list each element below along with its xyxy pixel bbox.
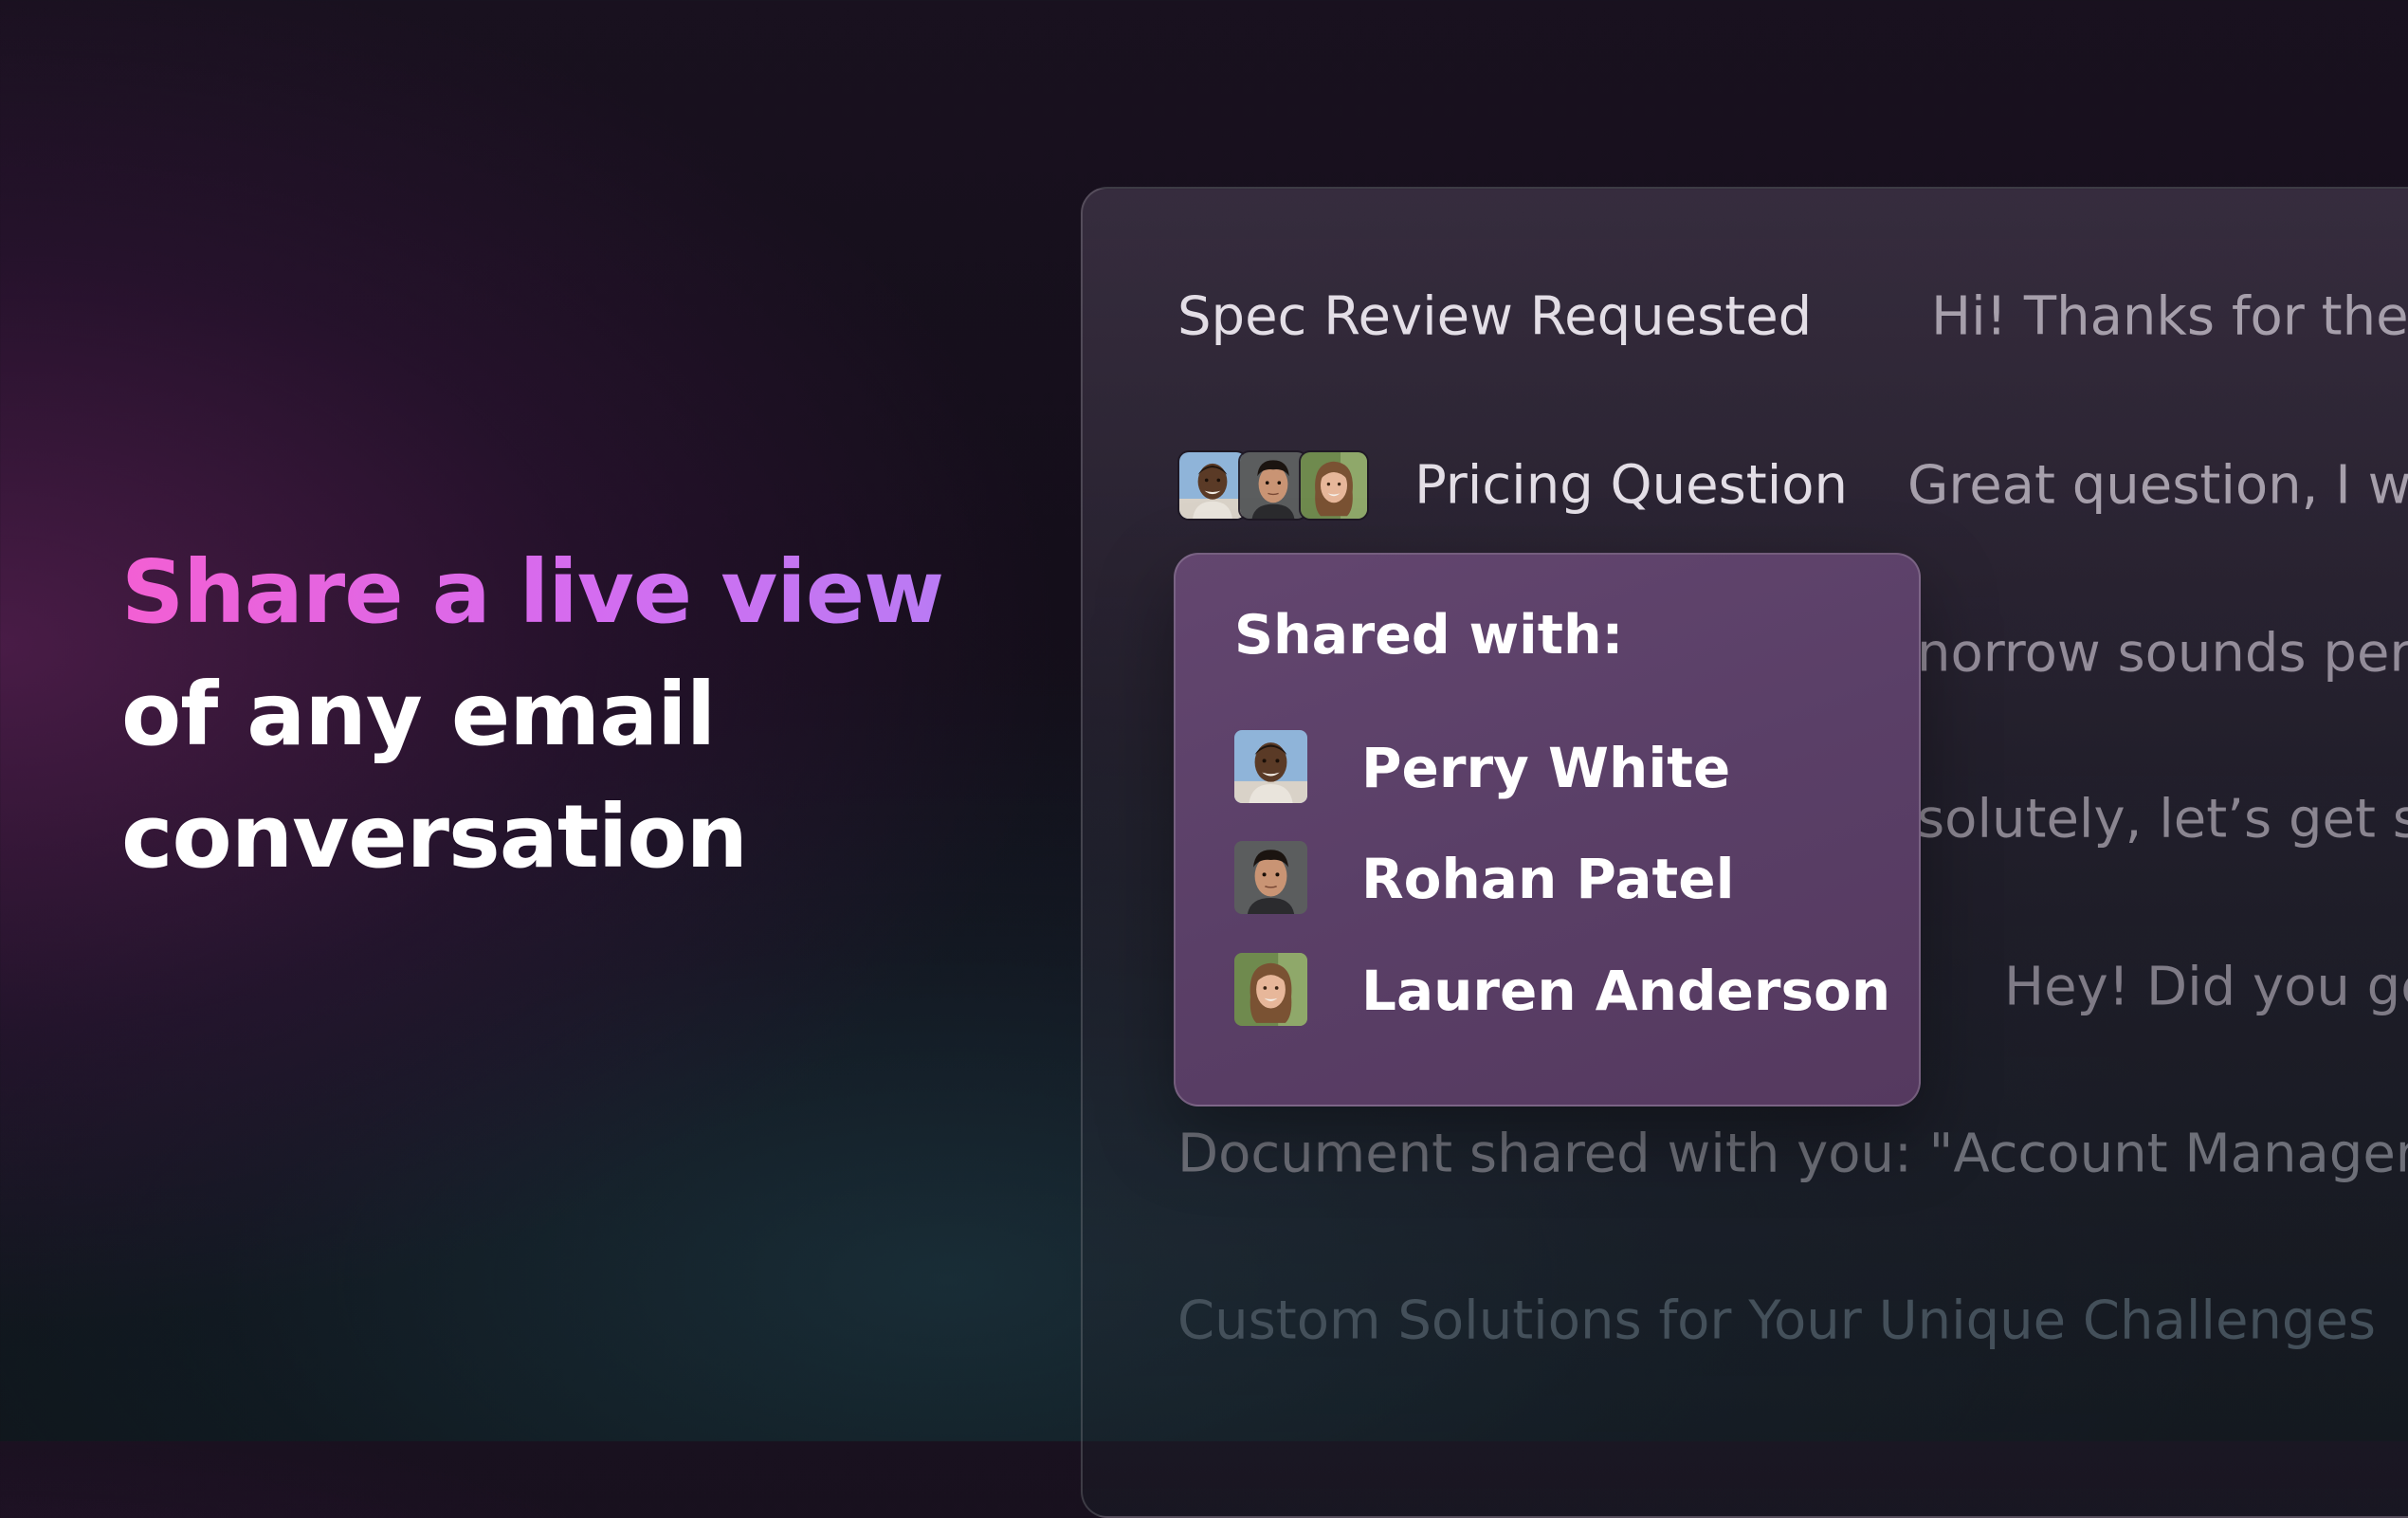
avatar-rohan-patel <box>1234 841 1307 914</box>
email-line: Custom Solutions for Your Unique Challen… <box>1177 1289 2377 1352</box>
email-subject: Spec Review Requested <box>1177 285 1813 348</box>
email-line: Document shared with you: "Account Manag… <box>1177 1123 2408 1185</box>
hero-line-accent: Share a live view <box>121 531 975 653</box>
hero-line-3: conversation <box>121 786 748 887</box>
email-preview: Great question, I wi <box>1907 454 2408 517</box>
person-name: Rohan Patel <box>1361 847 1735 911</box>
shared-person-lauren-anderson[interactable]: Lauren Anderson <box>1234 953 1890 1029</box>
shared-avatars[interactable] <box>1177 450 1369 521</box>
shared-person-rohan-patel[interactable]: Rohan Patel <box>1234 841 1879 917</box>
email-subject: Pricing Question <box>1414 454 1849 517</box>
person-name: Perry White <box>1361 736 1731 800</box>
avatar-rohan-patel <box>1238 450 1308 521</box>
email-row-pricing-question[interactable]: Pricing Question Great question, I wi <box>1083 429 2408 542</box>
popover-title: Shared with: <box>1234 604 1624 667</box>
hero-line-2: of any email <box>121 664 716 765</box>
email-preview: solutely, let’s get so <box>1917 788 2408 850</box>
email-preview: Hey! Did you get <box>2004 956 2408 1018</box>
avatar-lauren-anderson <box>1234 953 1307 1026</box>
hero-heading: Share a live view of any email conversat… <box>121 531 975 898</box>
email-preview: norrow sounds perf <box>1917 622 2408 685</box>
avatar-perry-white <box>1234 730 1307 803</box>
email-row-custom-solutions[interactable]: Custom Solutions for Your Unique Challen… <box>1083 1264 2408 1378</box>
avatar-lauren-anderson <box>1299 450 1369 521</box>
shared-person-perry-white[interactable]: Perry White <box>1234 730 1879 806</box>
person-name: Lauren Anderson <box>1361 959 1891 1023</box>
avatar-perry-white <box>1177 450 1248 521</box>
shared-with-popover: Shared with: Perry White Rohan Patel Lau… <box>1174 553 1921 1106</box>
email-row-spec-review[interactable]: Spec Review Requested Hi! Thanks for the… <box>1083 260 2408 374</box>
email-row-document-shared[interactable]: Document shared with you: "Account Manag… <box>1083 1097 2408 1211</box>
email-preview: Hi! Thanks for the i <box>1931 285 2408 348</box>
